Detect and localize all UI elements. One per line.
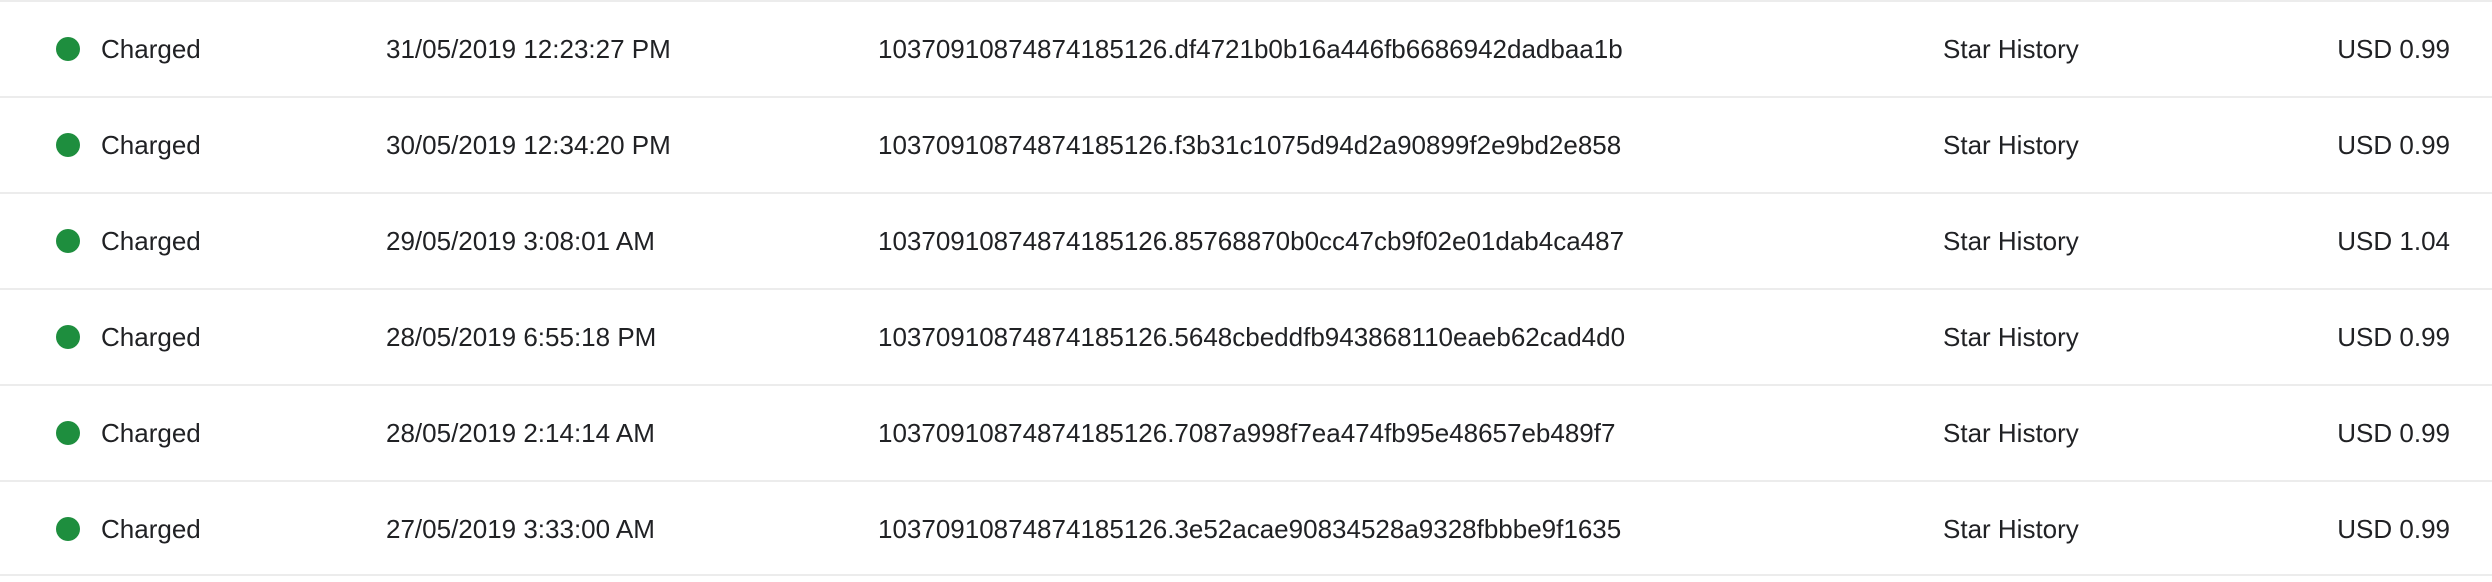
table-row[interactable]: Charged 28/05/2019 2:14:14 AM 1037091087…: [0, 384, 2492, 480]
status-charged-icon: [56, 37, 80, 61]
product-name: Star History: [1943, 226, 2079, 256]
status-label: Charged: [101, 130, 201, 160]
order-amount: USD 0.99: [2337, 514, 2450, 544]
table-row[interactable]: Charged 27/05/2019 3:33:00 AM 1037091087…: [0, 480, 2492, 576]
order-date: 30/05/2019 12:34:20 PM: [386, 130, 671, 160]
order-id: 10370910874874185126.3e52acae90834528a93…: [878, 514, 1622, 544]
table-row[interactable]: Charged 30/05/2019 12:34:20 PM 103709108…: [0, 96, 2492, 192]
status-charged-icon: [56, 517, 80, 541]
product-name: Star History: [1943, 322, 2079, 352]
status-charged-icon: [56, 229, 80, 253]
product-name: Star History: [1943, 130, 2079, 160]
status-label: Charged: [101, 514, 201, 544]
order-id: 10370910874874185126.f3b31c1075d94d2a908…: [878, 130, 1622, 160]
table-row[interactable]: Charged 28/05/2019 6:55:18 PM 1037091087…: [0, 288, 2492, 384]
order-amount: USD 1.04: [2337, 226, 2450, 256]
status-label: Charged: [101, 322, 201, 352]
status-label: Charged: [101, 418, 201, 448]
status-label: Charged: [101, 226, 201, 256]
order-date: 28/05/2019 6:55:18 PM: [386, 322, 657, 352]
order-id: 10370910874874185126.7087a998f7ea474fb95…: [878, 418, 1616, 448]
status-charged-icon: [56, 325, 80, 349]
order-amount: USD 0.99: [2337, 322, 2450, 352]
product-name: Star History: [1943, 34, 2079, 64]
status-charged-icon: [56, 133, 80, 157]
table-row[interactable]: Charged 31/05/2019 12:23:27 PM 103709108…: [0, 0, 2492, 96]
order-date: 28/05/2019 2:14:14 AM: [386, 418, 655, 448]
order-date: 31/05/2019 12:23:27 PM: [386, 34, 671, 64]
status-label: Charged: [101, 34, 201, 64]
orders-table: Charged 31/05/2019 12:23:27 PM 103709108…: [0, 0, 2492, 582]
product-name: Star History: [1943, 418, 2079, 448]
order-date: 29/05/2019 3:08:01 AM: [386, 226, 655, 256]
order-id: 10370910874874185126.85768870b0cc47cb9f0…: [878, 226, 1625, 256]
table-row[interactable]: Charged 29/05/2019 3:08:01 AM 1037091087…: [0, 192, 2492, 288]
order-amount: USD 0.99: [2337, 130, 2450, 160]
order-amount: USD 0.99: [2337, 34, 2450, 64]
order-amount: USD 0.99: [2337, 418, 2450, 448]
status-charged-icon: [56, 421, 80, 445]
order-id: 10370910874874185126.5648cbeddfb94386811…: [878, 322, 1626, 352]
order-date: 27/05/2019 3:33:00 AM: [386, 514, 655, 544]
order-id: 10370910874874185126.df4721b0b16a446fb66…: [878, 34, 1623, 64]
product-name: Star History: [1943, 514, 2079, 544]
